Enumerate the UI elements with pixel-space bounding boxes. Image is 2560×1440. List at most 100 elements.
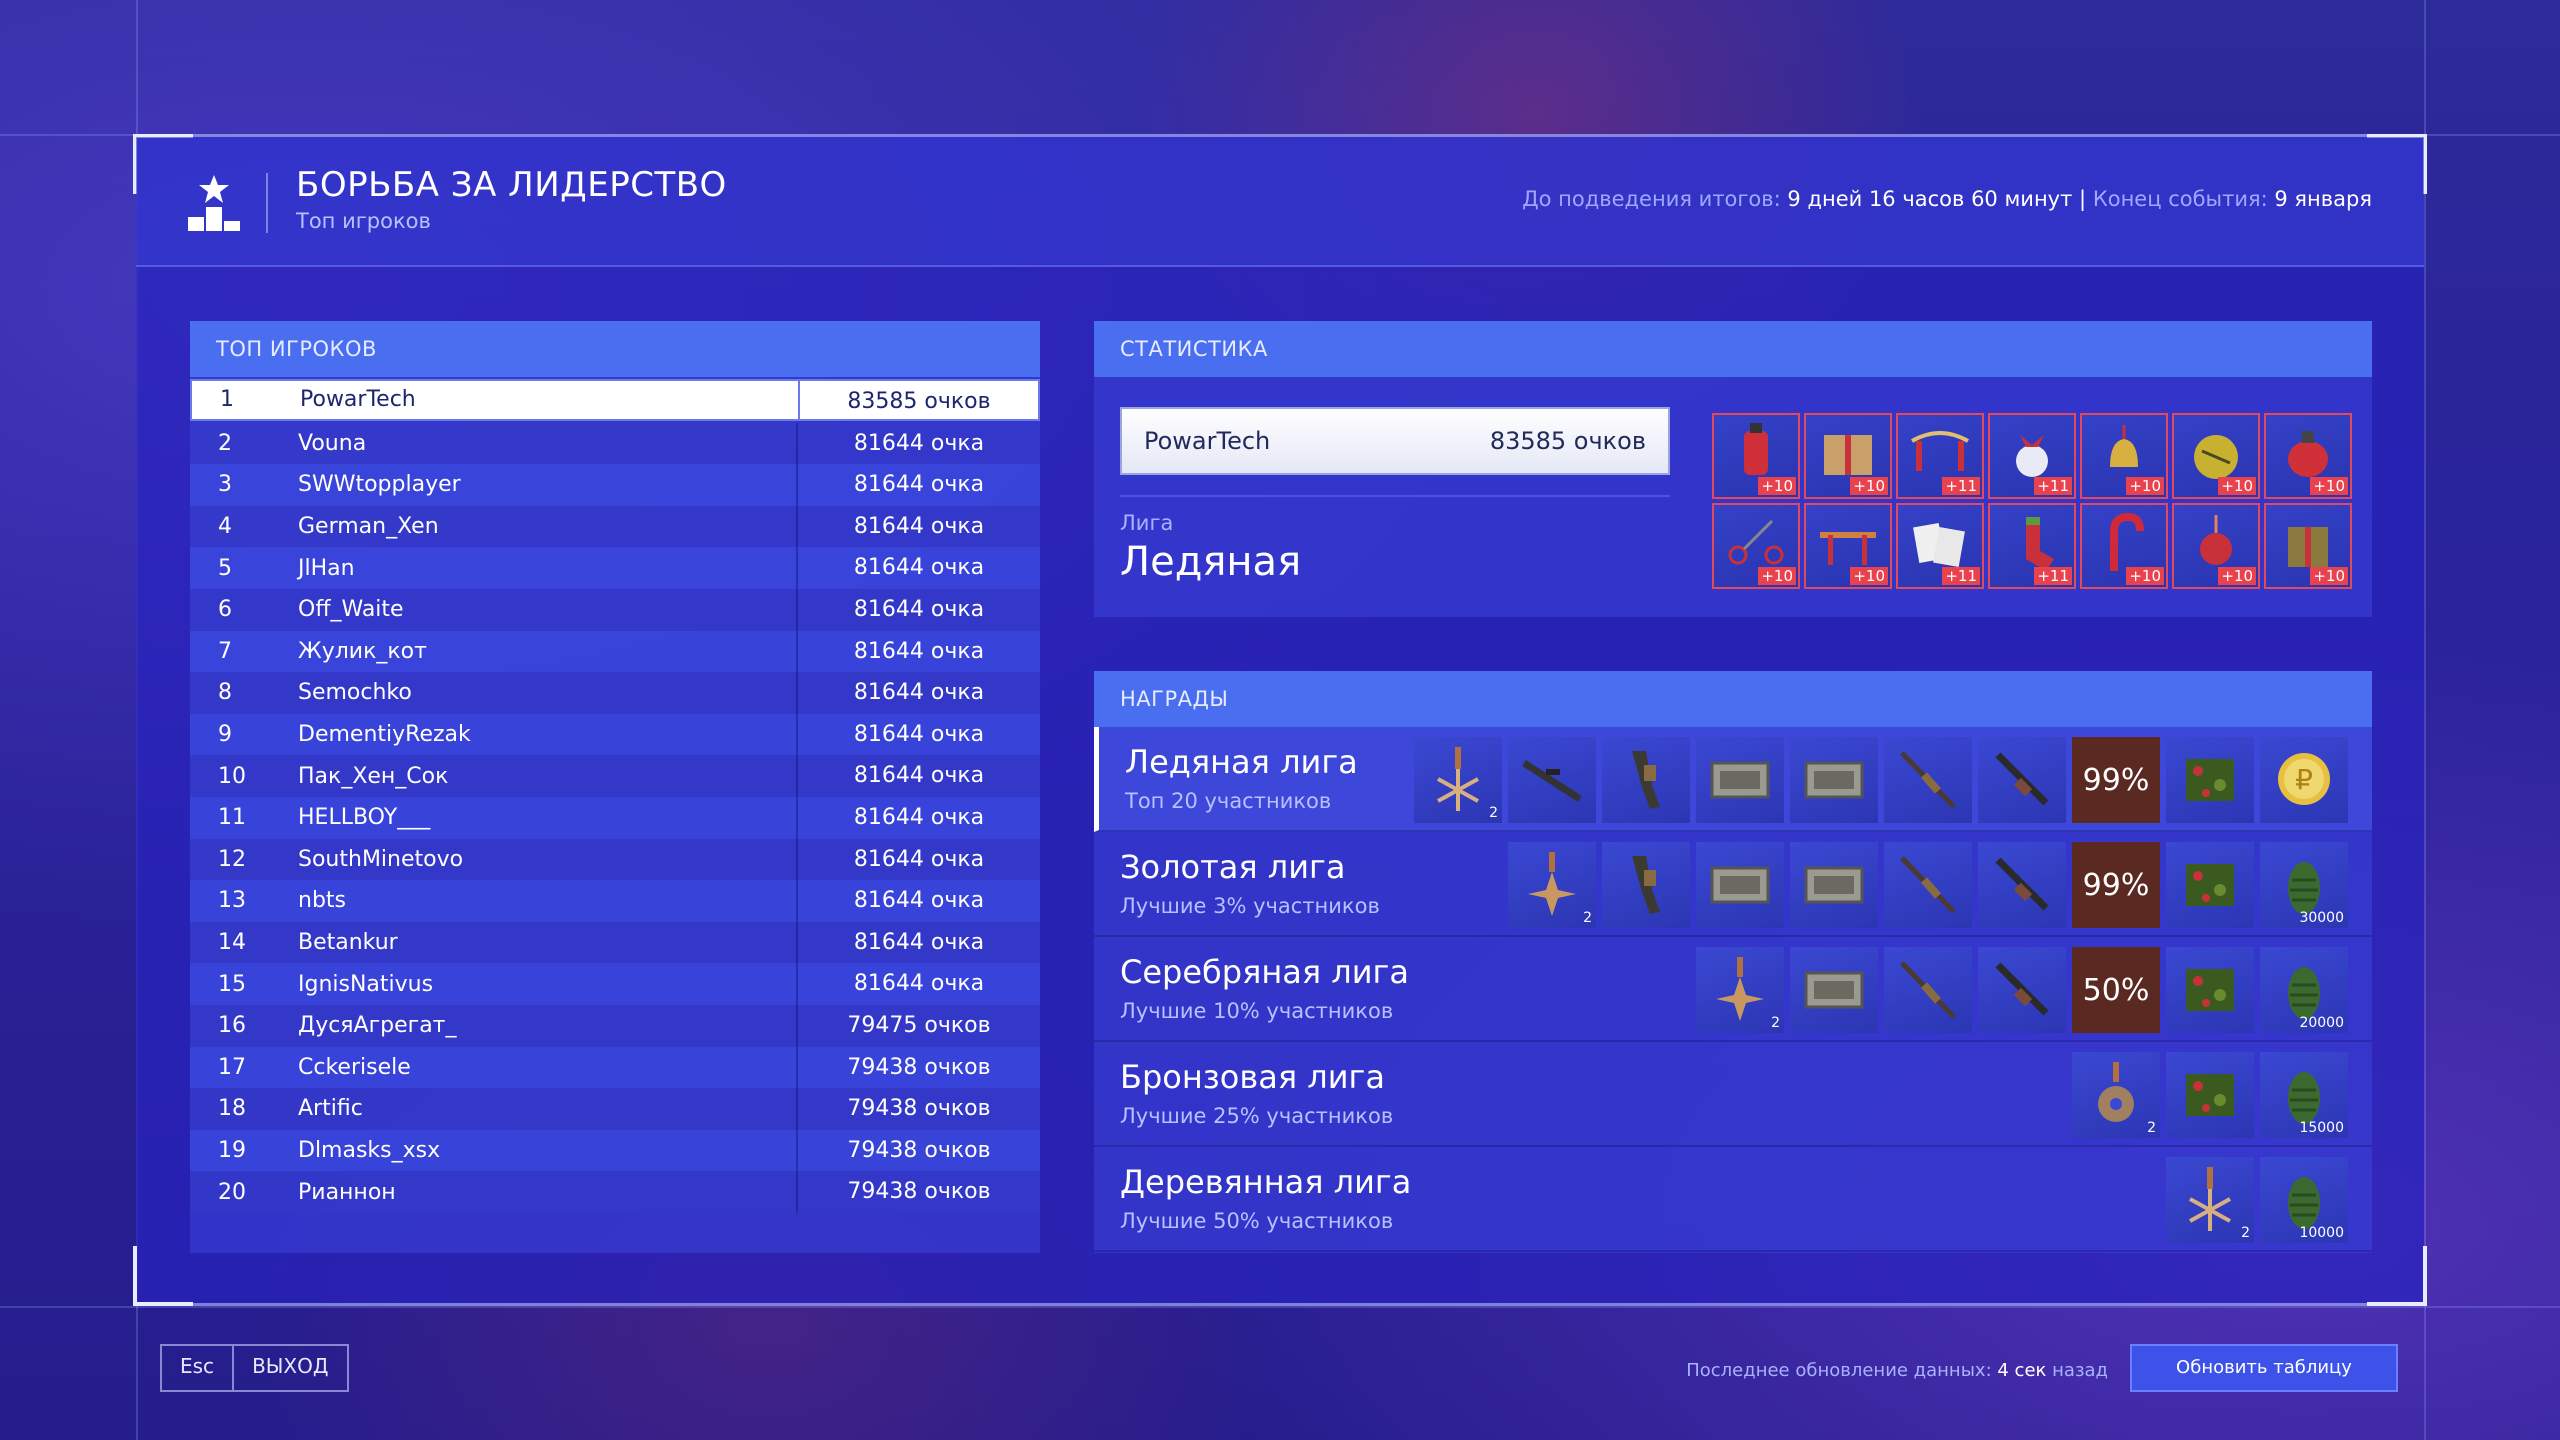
refresh-table-button[interactable]: Обновить таблицу	[2130, 1344, 2398, 1392]
leaderboard-row[interactable]: 6 Off_Waite 81644 очка	[190, 588, 1040, 631]
leaderboard-row[interactable]: 16 ДусяАгрегат_ 79475 очков	[190, 1004, 1040, 1047]
rank: 15	[218, 971, 246, 997]
reward-item[interactable]	[2166, 737, 2254, 823]
esc-key-hint[interactable]: Esc	[162, 1346, 232, 1390]
collected-item[interactable]: +10	[1712, 503, 1800, 589]
reward-item[interactable]	[1602, 737, 1690, 823]
reward-item[interactable]: 2	[1508, 842, 1596, 928]
reward-item[interactable]: 2	[2166, 1157, 2254, 1243]
reward-item[interactable]	[1884, 947, 1972, 1033]
player-name: SWWtopplayer	[298, 472, 461, 498]
collected-item[interactable]: +11	[1896, 413, 1984, 499]
reward-item[interactable]	[1790, 947, 1878, 1033]
reward-item[interactable]: 10000	[2260, 1157, 2348, 1243]
player-points: 79438 очков	[796, 1046, 1040, 1089]
reward-item[interactable]	[2166, 947, 2254, 1033]
reward-item[interactable]: 15000	[2260, 1052, 2348, 1138]
player-points: 81644 очка	[796, 796, 1040, 839]
league-description: Лучшие 25% участников	[1120, 1104, 1394, 1128]
leaderboard-row[interactable]: 15 IgnisNativus 81644 очка	[190, 963, 1040, 1005]
leaderboard-row[interactable]: 14 Betankur 81644 очка	[190, 921, 1040, 964]
collected-item[interactable]: +10	[2172, 503, 2260, 589]
weapon-case-icon	[1804, 866, 1864, 904]
reward-item[interactable]	[1696, 737, 1784, 823]
leaderboard-row[interactable]: 20 Рианнон 79438 очков	[190, 1171, 1040, 1213]
item-count-badge: +11	[1942, 567, 1980, 585]
league-description: Лучшие 10% участников	[1120, 999, 1394, 1023]
reward-count: 15000	[2299, 1120, 2344, 1136]
collected-item[interactable]: +10	[1804, 503, 1892, 589]
collected-item[interactable]: +10	[2264, 503, 2352, 589]
divider	[1120, 495, 1670, 497]
reward-item[interactable]: 20000	[2260, 947, 2348, 1033]
collected-item[interactable]: +11	[1988, 413, 2076, 499]
exit-control[interactable]: Esc ВЫХОД	[160, 1344, 349, 1392]
red-toy-icon	[1744, 423, 1768, 475]
reward-item[interactable]: 2	[2072, 1052, 2160, 1138]
collected-item[interactable]: +10	[1712, 413, 1800, 499]
reward-item[interactable]	[1602, 842, 1690, 928]
player-points: 81644 очка	[796, 505, 1040, 548]
discount-reward[interactable]: 99%	[2072, 737, 2160, 823]
leaderboard-row[interactable]: 7 Жулик_кот 81644 очка	[190, 630, 1040, 673]
discount-reward[interactable]: 99%	[2072, 842, 2160, 928]
reward-item[interactable]: 2	[1414, 737, 1502, 823]
pistol-icon	[1632, 856, 1660, 914]
leaderboard-row[interactable]: 18 Artific 79438 очков	[190, 1088, 1040, 1130]
collected-item[interactable]: +10	[2172, 413, 2260, 499]
leaderboard-title: ТОП ИГРОКОВ	[190, 321, 1040, 377]
pine-cone-icon	[2288, 862, 2320, 914]
reward-league-row: Деревянная лига Лучшие 50% участников 2 100…	[1094, 1147, 2372, 1252]
leaderboard-row[interactable]: 3 SWWtopplayer 81644 очка	[190, 464, 1040, 506]
reward-item[interactable]	[1884, 842, 1972, 928]
candy-cane-icon	[2110, 512, 2144, 571]
reward-count: 30000	[2299, 910, 2344, 926]
player-name: nbts	[298, 888, 346, 914]
leaderboard-row[interactable]: 4 German_Xen 81644 очка	[190, 505, 1040, 548]
collected-item[interactable]: +10	[2264, 413, 2352, 499]
leaderboard-row[interactable]: 13 nbts 81644 очка	[190, 880, 1040, 922]
league-name: Ледяная лига	[1125, 743, 1358, 781]
reward-item[interactable]	[2166, 1052, 2254, 1138]
collected-item[interactable]: +10	[1804, 413, 1892, 499]
collected-item[interactable]: +11	[1896, 503, 1984, 589]
rank: 5	[218, 555, 232, 581]
star-medal-icon	[1716, 957, 1764, 1021]
reward-item[interactable]: 30000	[2260, 842, 2348, 928]
reward-item[interactable]	[1978, 842, 2066, 928]
leaderboard-row[interactable]: 19 Dlmasks_xsx 79438 очков	[190, 1129, 1040, 1172]
red-grenade-icon	[2288, 431, 2328, 477]
reward-item[interactable]	[1790, 737, 1878, 823]
reward-item[interactable]	[2166, 842, 2254, 928]
discount-reward[interactable]: 50%	[2072, 947, 2160, 1033]
leaderboard-row[interactable]: 5 JlHan 81644 очка	[190, 547, 1040, 589]
reward-item[interactable]: ₽	[2260, 737, 2348, 823]
leaderboard-row[interactable]: 11 HELLBOY___ 81644 очка	[190, 796, 1040, 839]
leaderboard-row[interactable]: 2 Vouna 81644 очка	[190, 422, 1040, 465]
exit-button[interactable]: ВЫХОД	[232, 1346, 346, 1390]
leaderboard-row[interactable]: 9 DementiyRezak 81644 очка	[190, 713, 1040, 756]
reward-league-row: Ледяная лига Топ 20 участников 2 99% ₽	[1094, 727, 2372, 832]
collected-item[interactable]: +10	[2080, 503, 2168, 589]
reward-item[interactable]	[1884, 737, 1972, 823]
player-points: 81644 очка	[796, 630, 1040, 673]
leaderboard-row[interactable]: 12 SouthMinetovo 81644 очка	[190, 838, 1040, 881]
page-subtitle: Топ игроков	[296, 209, 431, 233]
reward-item[interactable]	[1790, 842, 1878, 928]
rifle-icon	[1900, 856, 1956, 914]
leaderboard-row[interactable]: 10 Пак_Хен_Сок 81644 очка	[190, 755, 1040, 797]
reward-item[interactable]: 2	[1696, 947, 1784, 1033]
rank: 17	[218, 1054, 246, 1080]
player-points: 81644 очка	[796, 464, 1040, 506]
reward-item[interactable]	[1508, 737, 1596, 823]
leaderboard-row[interactable]: 8 Semochko 81644 очка	[190, 672, 1040, 714]
leaderboard-row[interactable]: 1 PowarTech 83585 очков	[190, 379, 1040, 421]
collected-item[interactable]: +11	[1988, 503, 2076, 589]
reward-item[interactable]	[1696, 842, 1784, 928]
leaderboard-list[interactable]: 1 PowarTech 83585 очков 2 Vouna 81644 очка 3 SW…	[190, 379, 1040, 1213]
reward-item[interactable]	[1978, 737, 2066, 823]
rank: 1	[220, 387, 234, 413]
reward-item[interactable]	[1978, 947, 2066, 1033]
collected-item[interactable]: +10	[2080, 413, 2168, 499]
leaderboard-row[interactable]: 17 Cckerisele 79438 очков	[190, 1046, 1040, 1089]
